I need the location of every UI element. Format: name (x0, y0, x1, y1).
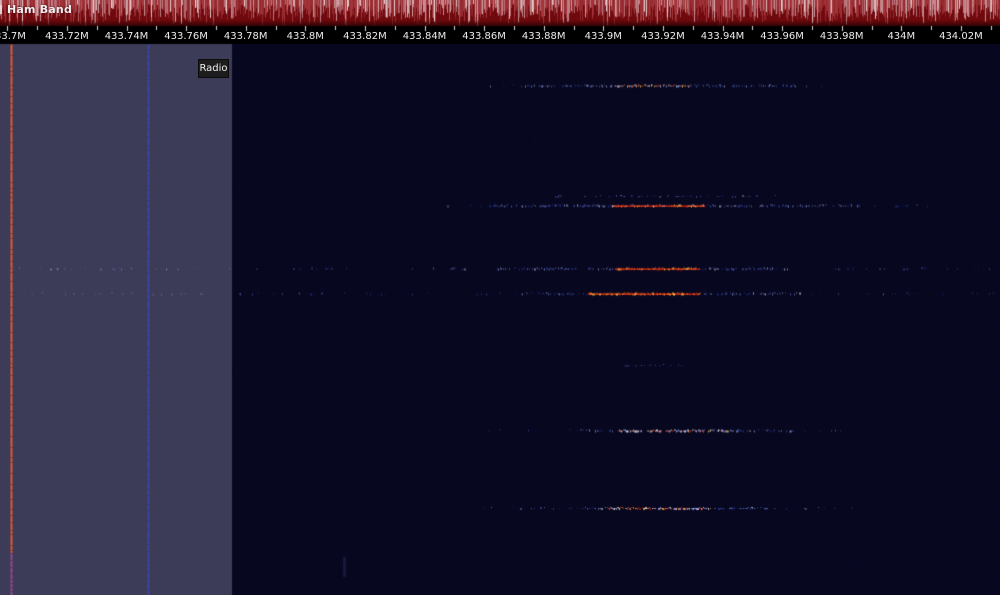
sdr-waterfall-screen: Ham Band 433.7M433.72M433.74M433.76M433.… (0, 0, 1000, 595)
vfo-label[interactable]: Radio (198, 59, 229, 78)
freq-tick-label: 433.8M (286, 31, 324, 42)
spectrum-waterfall-canvas[interactable] (0, 0, 1000, 595)
freq-tick-label: 434.02M (939, 31, 983, 42)
freq-tick-label: 433.86M (462, 31, 506, 42)
freq-tick-label: 433.88M (521, 31, 566, 42)
freq-tick-label: 433.92M (641, 31, 685, 42)
freq-tick-label: 433.78M (223, 31, 268, 42)
freq-tick-label: 433.84M (402, 31, 447, 42)
freq-tick-label: 433.7M (0, 31, 26, 42)
freq-tick-label: 433.76M (164, 31, 208, 42)
freq-tick-label: 433.96M (760, 31, 804, 42)
frequency-scale[interactable]: 433.7M 433.72M 433.74M 433.76M 433.78M 433.8M… (0, 26, 1000, 44)
freq-tick-label: 433.74M (104, 31, 149, 42)
freq-tick-label: 433.9M (584, 31, 622, 42)
freq-tick-label: 433.98M (819, 31, 864, 42)
freq-tick-label: 433.72M (45, 31, 89, 42)
freq-tick-label: 433.94M (700, 31, 745, 42)
freq-tick-label: 433.82M (343, 31, 387, 42)
band-label-cutoff-fragment (0, 5, 2, 14)
freq-tick-label: 434M (887, 31, 916, 42)
